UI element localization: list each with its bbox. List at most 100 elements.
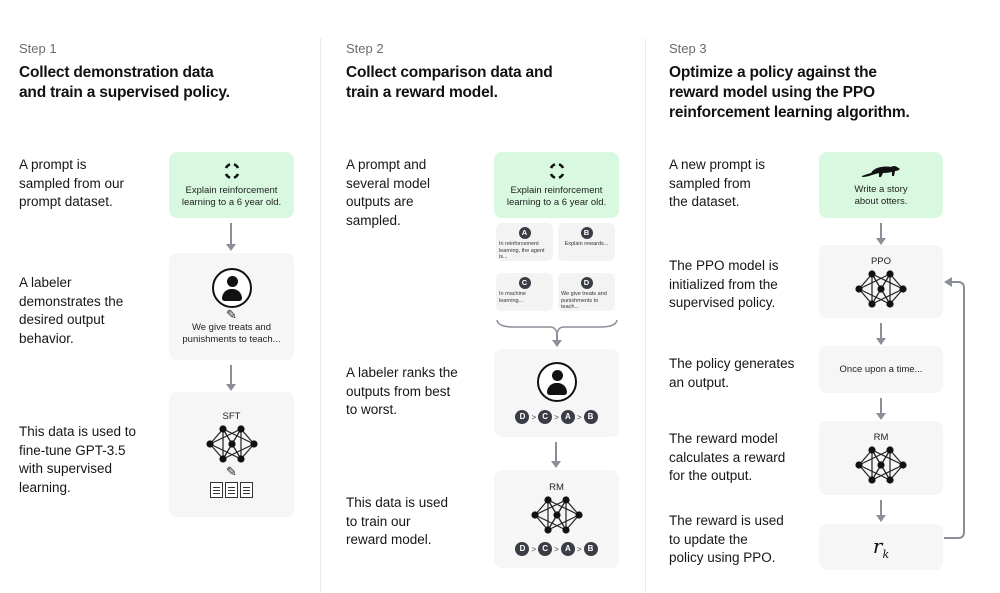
step-description: A prompt and several model outputs are s… bbox=[346, 156, 430, 230]
network-node bbox=[543, 496, 552, 504]
flow-arrow bbox=[876, 323, 886, 345]
output-badge: B bbox=[580, 227, 593, 239]
output-card-c: C In machine learning... bbox=[496, 273, 553, 311]
merge-brace-arrow bbox=[496, 319, 618, 347]
network-node bbox=[574, 511, 583, 519]
prompt-text: Explain reinforcement learning to a 6 ye… bbox=[507, 185, 606, 209]
network-node bbox=[868, 269, 876, 278]
desc-line: reward model. bbox=[346, 532, 432, 547]
rank-badge: B bbox=[583, 542, 598, 556]
user-icon bbox=[536, 362, 577, 402]
step-description: A labeler demonstrates the desired outpu… bbox=[19, 274, 123, 348]
rank-badge: C bbox=[538, 542, 553, 556]
step-label: Step 1 bbox=[19, 41, 57, 56]
neural-network-icon bbox=[855, 446, 907, 484]
desc-line: demonstrates the bbox=[19, 293, 124, 309]
output-text: In machine learning... bbox=[499, 291, 526, 304]
desc-line: A labeler ranks the bbox=[346, 365, 458, 380]
refresh-cycle-icon bbox=[549, 163, 564, 179]
flow-arrow bbox=[551, 442, 561, 468]
model-label: RM bbox=[549, 482, 564, 493]
flow-arrow bbox=[226, 365, 236, 391]
policy-output-box: Once upon a time... bbox=[819, 346, 943, 393]
desc-line: A new prompt is bbox=[669, 157, 766, 172]
model-label: RM bbox=[873, 432, 889, 443]
rank-separator: > bbox=[576, 544, 582, 554]
flow-arrow bbox=[876, 500, 886, 522]
step-description: A prompt is sampled from our prompt data… bbox=[19, 156, 124, 212]
flow-arrow bbox=[876, 398, 886, 420]
reward-symbol: rk bbox=[872, 533, 890, 561]
desc-line: A labeler bbox=[19, 275, 72, 290]
desc-line: the dataset. bbox=[669, 194, 740, 209]
output-card-a: A In reinforcement learning, the agent i… bbox=[496, 223, 553, 261]
text-line: Write a story bbox=[854, 183, 908, 195]
network-node bbox=[868, 299, 876, 308]
ranking-order: D > C > A > B bbox=[515, 542, 598, 556]
demonstration-text: We give treats and punishments to teach.… bbox=[182, 322, 280, 346]
rank-badge: B bbox=[583, 410, 598, 424]
network-node bbox=[543, 526, 552, 534]
feedback-loop-arrow bbox=[944, 277, 965, 539]
column-divider bbox=[645, 38, 646, 593]
output-badge: C bbox=[518, 277, 531, 289]
step-description: The PPO model is initialized from the su… bbox=[669, 257, 779, 313]
network-node bbox=[218, 425, 227, 433]
otter-icon bbox=[862, 165, 900, 177]
network-node bbox=[218, 455, 227, 463]
prompt-box: Explain reinforcement learning to a 6 ye… bbox=[169, 152, 294, 218]
output-card-b: B Explain rewards... bbox=[558, 223, 615, 261]
step-title: Collect demonstration data and train a s… bbox=[19, 63, 230, 103]
model-label: SFT bbox=[222, 411, 241, 422]
rank-separator: > bbox=[531, 544, 537, 554]
network-node bbox=[899, 284, 907, 293]
pencil-icon: ✎ bbox=[226, 306, 237, 322]
step-description: A new prompt is sampled from the dataset… bbox=[669, 156, 765, 212]
pencil-icon: ✎ bbox=[226, 464, 237, 479]
network-node bbox=[249, 440, 258, 448]
desc-line: This data is used bbox=[346, 495, 449, 510]
rank-badge: A bbox=[560, 542, 575, 556]
desc-line: behavior. bbox=[19, 330, 74, 346]
step-description: The policy generates an output. bbox=[669, 355, 794, 392]
title-line: reinforcement learning algorithm. bbox=[669, 104, 910, 121]
output-card-d: D We give treats and punishments to teac… bbox=[558, 273, 615, 311]
desc-line: The PPO model is bbox=[669, 258, 779, 273]
step-label: Step 2 bbox=[346, 41, 384, 56]
text-line: We give treats and bbox=[191, 321, 272, 333]
refresh-cycle-icon bbox=[224, 163, 239, 179]
network-node bbox=[561, 496, 570, 504]
network-node bbox=[877, 284, 885, 293]
desc-line: calculates a reward bbox=[669, 449, 786, 465]
flow-arrow bbox=[226, 223, 236, 251]
prompt-box: Write a story about otters. bbox=[819, 152, 943, 218]
network-node bbox=[886, 476, 894, 484]
ranking-order: D > C > A > B bbox=[515, 410, 598, 424]
network-node bbox=[855, 284, 863, 293]
output-text: Once upon a time... bbox=[839, 363, 923, 375]
desc-line: The reward is used bbox=[669, 513, 784, 528]
network-node bbox=[561, 526, 570, 534]
labeler-box: ✎ We give treats and punishments to teac… bbox=[169, 253, 294, 360]
title-line: train a reward model. bbox=[346, 84, 498, 101]
document-icon bbox=[225, 482, 238, 498]
network-node bbox=[886, 269, 894, 278]
network-node bbox=[886, 446, 894, 454]
desc-line: with supervised bbox=[19, 461, 113, 476]
output-text: In reinforcement learning, the agent is.… bbox=[499, 241, 545, 260]
desc-line: fine-tune GPT-3.5 bbox=[19, 442, 126, 458]
rank-separator: > bbox=[531, 412, 537, 422]
desc-line: outputs are bbox=[346, 194, 414, 209]
prompt-text: Explain reinforcement learning to a 6 ye… bbox=[182, 185, 281, 209]
text-line: Explain reinforcement bbox=[510, 185, 603, 196]
network-node bbox=[236, 455, 245, 463]
reward-box: rk bbox=[819, 524, 943, 570]
rank-badge: A bbox=[560, 410, 575, 424]
output-badge: D bbox=[580, 277, 593, 289]
network-node bbox=[236, 425, 245, 433]
text-line: learning to a 6 year old. bbox=[506, 197, 607, 208]
rank-separator: > bbox=[554, 412, 559, 422]
desc-line: The policy generates bbox=[669, 356, 795, 371]
title-line: Collect demonstration data bbox=[19, 64, 214, 81]
documents-icon bbox=[210, 482, 253, 498]
